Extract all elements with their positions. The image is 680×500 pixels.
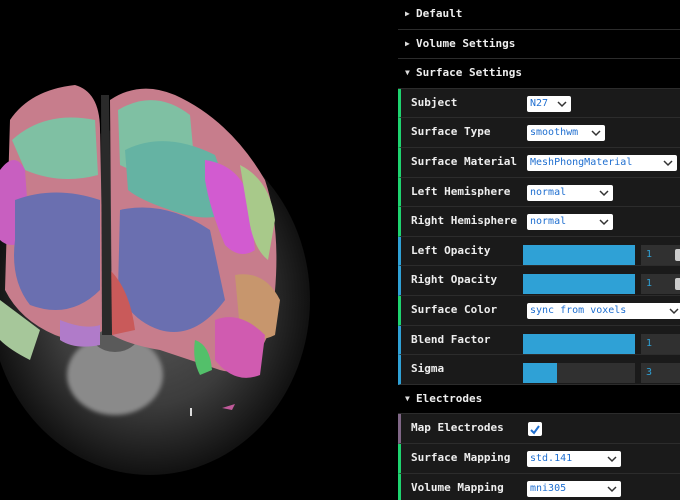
right-hemisphere-label: Right Hemisphere <box>411 214 517 228</box>
surface-material-value: MeshPhongMaterial <box>530 156 633 168</box>
subject-label: Subject <box>411 95 458 109</box>
left-hemisphere-value: normal <box>530 186 567 198</box>
right-opacity-row: Right Opacity 1 <box>398 266 680 296</box>
volume-mapping-label: Volume Mapping <box>411 480 504 494</box>
chevron-down-icon <box>557 101 567 107</box>
volume-mapping-row: Volume Mapping mni305 <box>398 473 680 500</box>
folder-label: Default <box>416 7 463 20</box>
volume-mapping-select[interactable]: mni305 <box>527 480 621 497</box>
sigma-input[interactable]: 3 <box>641 363 680 384</box>
folder-default[interactable]: ▶ Default <box>398 0 680 30</box>
surface-type-label: Surface Type <box>411 125 491 139</box>
surface-mapping-row: Surface Mapping std.141 <box>398 443 680 474</box>
left-opacity-label: Left Opacity <box>411 243 491 257</box>
chevron-down-icon <box>669 308 679 314</box>
right-opacity-slider[interactable] <box>523 274 635 295</box>
surface-material-row: Surface Material MeshPhongMaterial <box>398 147 680 178</box>
surface-type-row: Surface Type smoothwm <box>398 118 680 148</box>
surface-material-label: Surface Material <box>411 154 517 168</box>
checkmark-icon <box>530 425 540 435</box>
map-electrodes-row: Map Electrodes <box>398 414 680 444</box>
chevron-down-icon <box>607 485 617 492</box>
chevron-down-icon <box>599 190 609 196</box>
surface-mapping-value: std.141 <box>530 452 573 464</box>
sigma-row: Sigma 3 <box>398 355 680 385</box>
surface-mapping-select[interactable]: std.141 <box>527 450 621 467</box>
brain-render <box>0 85 310 475</box>
triangle-down-icon: ▼ <box>405 393 410 403</box>
triangle-right-icon: ▶ <box>405 9 410 18</box>
left-opacity-slider[interactable] <box>523 244 635 265</box>
triangle-right-icon: ▶ <box>405 38 410 48</box>
blend-factor-label: Blend Factor <box>411 332 491 346</box>
left-hemisphere-label: Left Hemisphere <box>411 184 511 198</box>
folder-label: Electrodes <box>416 391 483 405</box>
surface-color-select[interactable]: sync from voxels <box>527 302 680 319</box>
subject-select[interactable]: N27 <box>527 95 571 112</box>
left-opacity-row: Left Opacity 1 <box>398 236 680 267</box>
volume-mapping-value: mni305 <box>530 482 567 494</box>
settings-panel: ▶ Default ▶ Volume Settings ▼ Surface Setti… <box>398 0 680 500</box>
surface-material-select[interactable]: MeshPhongMaterial <box>527 154 677 171</box>
folder-label: Volume Settings <box>416 36 516 50</box>
chevron-down-icon <box>663 160 673 167</box>
right-opacity-label: Right Opacity <box>411 273 498 287</box>
surface-color-value: sync from voxels <box>530 304 627 316</box>
folder-electrodes[interactable]: ▼ Electrodes <box>398 384 680 415</box>
left-opacity-value: 1 <box>646 248 653 260</box>
slider-fill <box>523 333 635 354</box>
left-hemisphere-row: Left Hemisphere normal <box>398 177 680 208</box>
folder-label: Surface Settings <box>416 66 522 80</box>
map-electrodes-label: Map Electrodes <box>411 421 504 435</box>
surface-mapping-label: Surface Mapping <box>411 450 511 464</box>
blend-factor-slider[interactable] <box>523 333 635 354</box>
right-hemisphere-row: Right Hemisphere normal <box>398 207 680 237</box>
stepper-icon[interactable] <box>675 278 680 291</box>
subject-value: N27 <box>530 97 549 109</box>
slider-fill <box>523 244 635 265</box>
surface-color-label: Surface Color <box>411 302 498 316</box>
surface-type-select[interactable]: smoothwm <box>527 125 605 142</box>
blend-factor-input[interactable]: 1 <box>641 333 680 354</box>
triangle-down-icon: ▼ <box>405 68 410 78</box>
chevron-down-icon <box>607 456 617 462</box>
right-opacity-input[interactable]: 1 <box>641 274 680 295</box>
chevron-down-icon <box>591 130 601 137</box>
right-hemisphere-select[interactable]: normal <box>527 214 613 231</box>
blend-factor-row: Blend Factor 1 <box>398 325 680 356</box>
electrode-marker <box>190 408 192 416</box>
sigma-label: Sigma <box>411 362 445 376</box>
sigma-value: 3 <box>646 367 653 379</box>
left-opacity-input[interactable]: 1 <box>641 244 680 265</box>
left-temporal-region <box>14 192 100 310</box>
right-opacity-value: 1 <box>646 278 653 290</box>
left-hemisphere-select[interactable]: normal <box>527 184 613 201</box>
subject-row: Subject N27 <box>398 88 680 119</box>
sigma-slider[interactable] <box>523 363 635 384</box>
stepper-icon[interactable] <box>675 248 680 261</box>
folder-volume-settings[interactable]: ▶ Volume Settings <box>398 29 680 60</box>
blend-factor-value: 1 <box>646 337 653 349</box>
map-electrodes-checkbox[interactable] <box>528 422 542 437</box>
brain-viewer-canvas[interactable] <box>0 0 398 500</box>
folder-surface-settings[interactable]: ▼ Surface Settings <box>398 59 680 89</box>
surface-color-row: Surface Color sync from voxels <box>398 295 680 326</box>
slider-fill <box>523 274 635 295</box>
chevron-down-icon <box>599 219 609 226</box>
slider-fill <box>523 363 557 384</box>
right-hemisphere-value: normal <box>530 216 567 228</box>
surface-type-value: smoothwm <box>530 127 579 139</box>
